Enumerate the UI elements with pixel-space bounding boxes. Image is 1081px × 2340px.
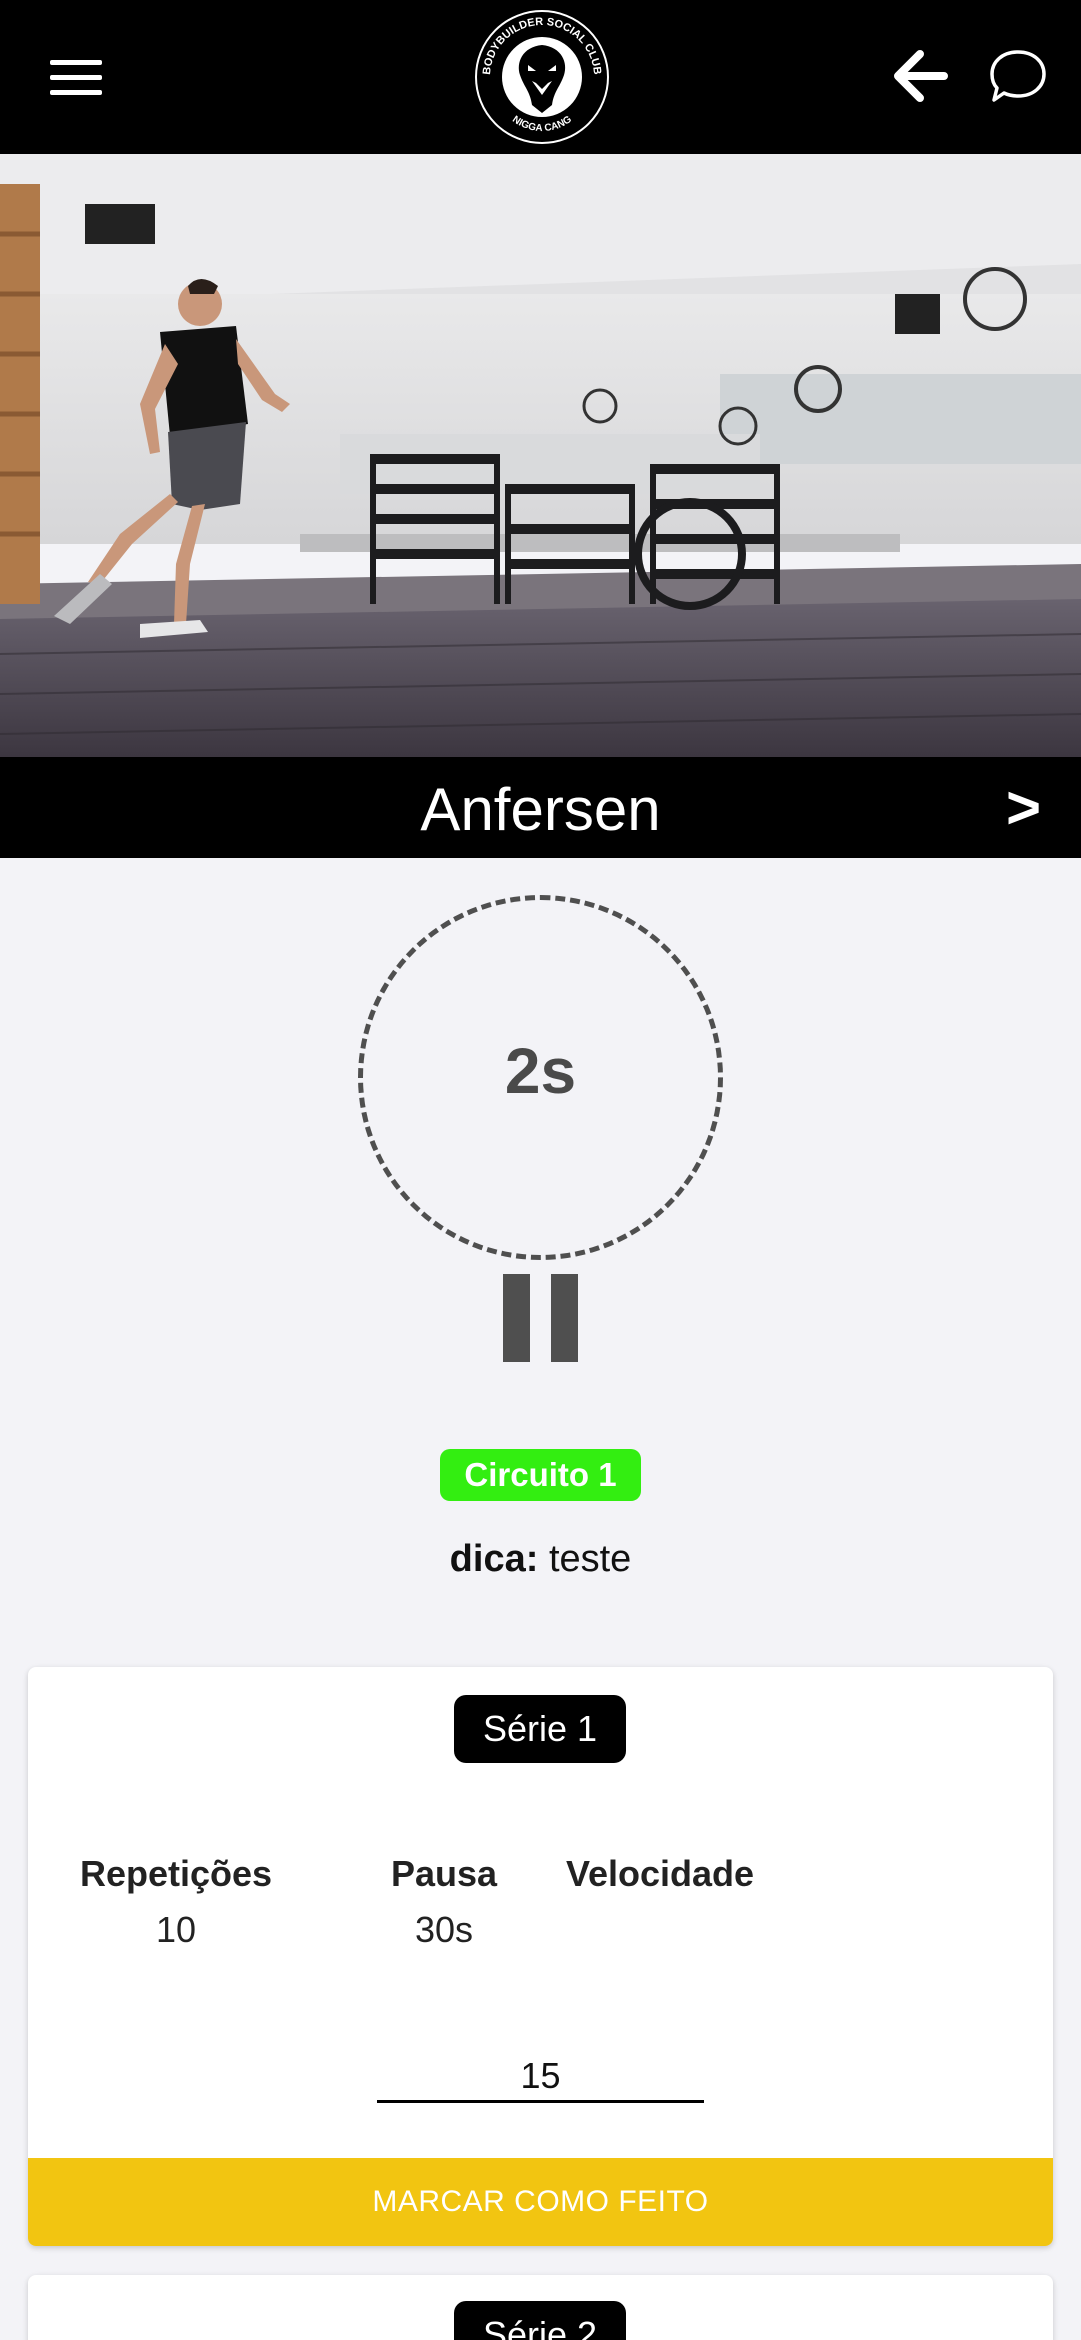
workout-screen: BODYBUILDER SOCIAL CLUB NIGGA CANG Anfer…	[0, 0, 1081, 2340]
exercise-title: Anfersen	[420, 776, 661, 843]
stat-label: Velocidade	[565, 1853, 755, 1894]
series-badge: Série 2	[454, 2301, 626, 2340]
exercise-video[interactable]	[0, 154, 1081, 757]
timer-value: 2s	[504, 1035, 577, 1107]
arrow-left-icon[interactable]	[892, 48, 948, 104]
hamburger-menu-icon[interactable]	[50, 60, 102, 96]
stat-repetitions: Repetições 10	[66, 1853, 286, 1951]
stat-label: Repetições	[79, 1853, 273, 1894]
pause-icon[interactable]	[503, 1274, 578, 1362]
series-card: Série 1 Repetições 10 Pausa 30s Velocida…	[28, 1667, 1053, 2246]
tip-text: teste	[548, 1538, 632, 1580]
series-badge: Série 1	[454, 1695, 626, 1763]
bodybuilder-social-club-logo: BODYBUILDER SOCIAL CLUB NIGGA CANG	[472, 7, 612, 147]
stat-value: 30s	[414, 1909, 474, 1950]
circuit-badge: Circuito 1	[440, 1449, 641, 1501]
chat-bubble-icon[interactable]	[988, 46, 1048, 106]
series-card: Série 2	[28, 2275, 1053, 2340]
tip-label: dica:	[449, 1538, 539, 1580]
exercise-tip: dica: teste	[0, 1538, 1081, 1581]
stat-value: 10	[155, 1909, 197, 1950]
stat-label: Pausa	[390, 1853, 498, 1894]
next-exercise-button[interactable]: >	[1006, 773, 1041, 842]
stat-pause: Pausa 30s	[344, 1853, 544, 1951]
weight-input[interactable]	[377, 2051, 704, 2103]
mark-done-button[interactable]: MARCAR COMO FEITO	[28, 2158, 1053, 2246]
countdown-timer: 2s	[358, 895, 723, 1260]
stat-speed: Velocidade	[560, 1853, 760, 1909]
top-app-bar: BODYBUILDER SOCIAL CLUB NIGGA CANG	[0, 0, 1081, 154]
exercise-title-bar: Anfersen >	[0, 757, 1081, 858]
